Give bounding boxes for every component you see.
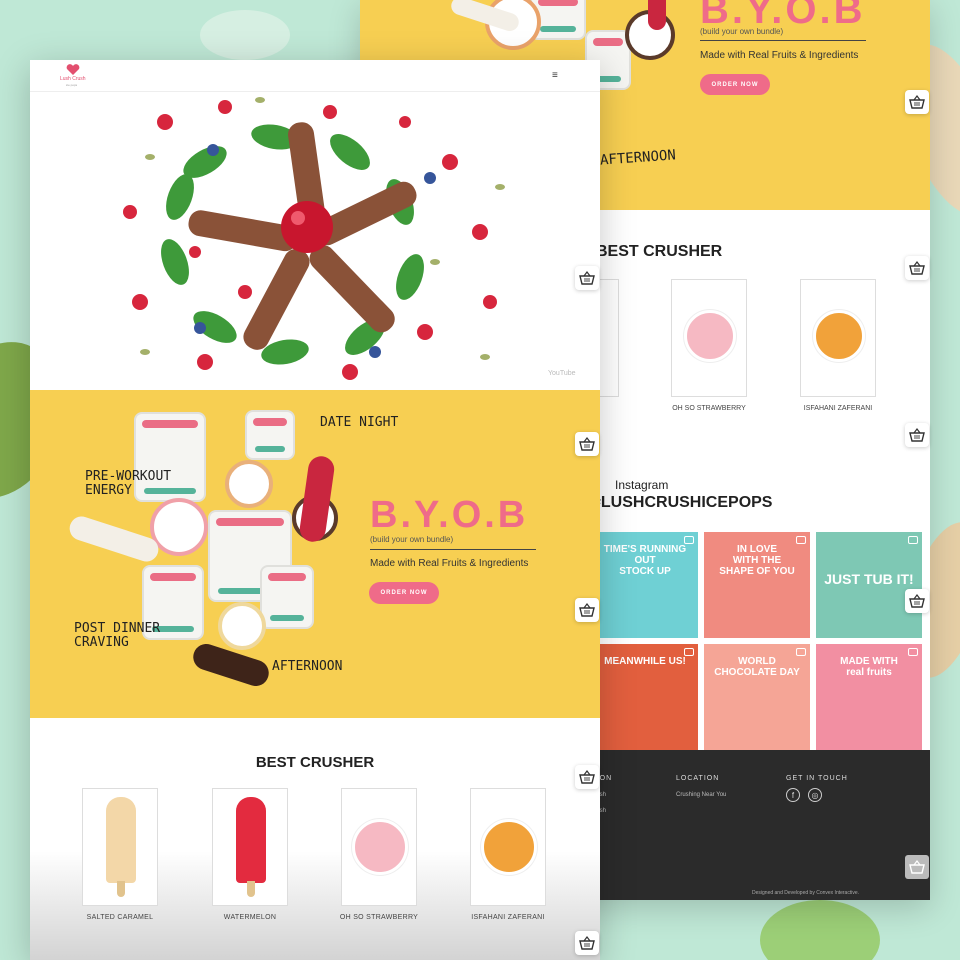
best-crusher-title: BEST CRUSHER	[596, 243, 723, 260]
instagram-post[interactable]: MADE WITH real fruits	[816, 644, 922, 750]
afternoon-label: AFTERNOON	[599, 147, 677, 169]
byob-subtitle: (build your own bundle)	[700, 27, 784, 36]
date-night-label: DATE NIGHT	[320, 415, 399, 430]
hero-video[interactable]: YouTube	[30, 92, 600, 390]
saffron-tub-image	[481, 819, 537, 875]
basket-icon[interactable]	[905, 256, 929, 280]
tub-lid	[225, 460, 273, 508]
video-icon	[796, 536, 806, 544]
instagram-post[interactable]: TIME'S RUNNING OUT STOCK UP	[592, 532, 698, 638]
saffron-tub-image	[813, 310, 865, 362]
top-navbar: Lush Crush ice pops ≡	[30, 60, 600, 92]
ice-cream-tub	[260, 565, 314, 629]
post-caption: TIME'S RUNNING OUT STOCK UP	[603, 544, 687, 577]
order-now-button[interactable]: ORDER NOW	[700, 74, 770, 95]
popsicle	[648, 0, 666, 30]
post-caption: WORLD CHOCOLATE DAY	[714, 656, 800, 678]
best-crusher-section: BEST CRUSHER SALTED CARAMEL WATERMELON O…	[30, 718, 600, 960]
popsicle	[66, 513, 162, 565]
front-page-screenshot: Lush Crush ice pops ≡ YouTube DATE NIGHT…	[30, 60, 600, 960]
youtube-watermark[interactable]: YouTube	[548, 370, 576, 377]
instagram-post[interactable]: IN LOVE WITH THE SHAPE OF YOU	[704, 532, 810, 638]
product-card[interactable]	[212, 788, 288, 906]
instagram-post[interactable]: JUST TUB IT!	[816, 532, 922, 638]
divider	[700, 40, 866, 41]
instagram-label: Instagram	[615, 478, 669, 492]
footer-location-heading: LOCATION	[676, 775, 720, 782]
product-name: OH SO STRAWBERRY	[339, 914, 419, 921]
instagram-icon[interactable]: ◎	[808, 788, 822, 802]
video-icon	[796, 648, 806, 656]
tub-lid	[218, 602, 266, 650]
footer-link[interactable]: Crushing Near You	[676, 792, 726, 798]
post-caption: MADE WITH real fruits	[840, 656, 898, 678]
basket-icon[interactable]	[575, 266, 599, 290]
basket-icon[interactable]	[905, 90, 929, 114]
product-card[interactable]	[82, 788, 158, 906]
instagram-handle: #LUSHCRUSHICEPOPS	[592, 494, 773, 511]
order-now-button[interactable]: ORDER NOW	[369, 582, 439, 604]
facebook-icon[interactable]: f	[786, 788, 800, 802]
post-caption: JUST TUB IT!	[824, 571, 914, 587]
byob-subtitle: (build your own bundle)	[370, 535, 454, 544]
byob-title: B.Y.O.B	[370, 494, 529, 536]
strawberry-tub-image	[684, 310, 736, 362]
leaf-decoration	[200, 10, 290, 60]
logo-subtitle: ice pops	[66, 83, 78, 87]
footer-contact-heading: GET IN TOUCH	[786, 775, 848, 782]
post-caption: MEANWHILE US!	[604, 656, 686, 667]
afternoon-label: AFTERNOON	[272, 659, 343, 674]
product-card[interactable]	[341, 788, 417, 906]
popsicle	[189, 640, 273, 690]
product-name: SALTED CARAMEL	[86, 914, 154, 921]
instagram-post[interactable]: MEANWHILE US!	[592, 644, 698, 750]
basket-icon[interactable]	[575, 432, 599, 456]
post-caption: IN LOVE WITH THE SHAPE OF YOU	[719, 544, 795, 577]
popsicle-stick	[117, 881, 125, 897]
basket-icon[interactable]	[905, 589, 929, 613]
leaf-decoration	[760, 900, 880, 960]
divider	[370, 549, 536, 550]
product-name: WATERMELON	[223, 914, 277, 921]
popsicle-image	[236, 797, 266, 883]
product-card[interactable]	[800, 279, 876, 397]
product-name: ISFAHANI ZAFERANI	[471, 914, 545, 921]
hamburger-icon[interactable]: ≡	[552, 70, 558, 81]
popsicle-image	[106, 797, 136, 883]
video-icon	[908, 648, 918, 656]
strawberry-tub-image	[352, 819, 408, 875]
byob-tagline: Made with Real Fruits & Ingredients	[700, 50, 859, 61]
byob-tagline: Made with Real Fruits & Ingredients	[370, 558, 529, 569]
video-icon	[684, 648, 694, 656]
fruit-popsicle-illustration	[123, 97, 505, 380]
popsicle-stick	[247, 881, 255, 897]
basket-icon[interactable]	[575, 598, 599, 622]
product-name: ISFAHANI ZAFERANI	[803, 405, 873, 412]
product-name: OH SO STRAWBERRY	[672, 405, 746, 412]
basket-icon[interactable]	[905, 423, 929, 447]
basket-icon[interactable]	[575, 765, 599, 789]
tub-lid	[150, 498, 208, 556]
footer-credit: Designed and Developed by Convex Interac…	[752, 890, 860, 896]
heart-logo-icon[interactable]	[66, 64, 80, 76]
product-card[interactable]	[470, 788, 546, 906]
basket-icon[interactable]	[575, 931, 599, 955]
ice-cream-tub	[245, 410, 295, 460]
product-card[interactable]	[671, 279, 747, 397]
pre-workout-label: PRE-WORKOUT ENERGY	[85, 469, 172, 498]
instagram-post[interactable]: WORLD CHOCOLATE DAY	[704, 644, 810, 750]
video-icon	[684, 536, 694, 544]
video-icon	[908, 536, 918, 544]
basket-icon[interactable]	[905, 855, 929, 879]
byob-section: DATE NIGHT PRE-WORKOUT ENERGY POST DINNE…	[30, 390, 600, 718]
best-crusher-title: BEST CRUSHER	[255, 754, 375, 771]
post-dinner-label: POST DINNER CRAVING	[74, 621, 161, 650]
logo-text[interactable]: Lush Crush	[60, 76, 86, 82]
